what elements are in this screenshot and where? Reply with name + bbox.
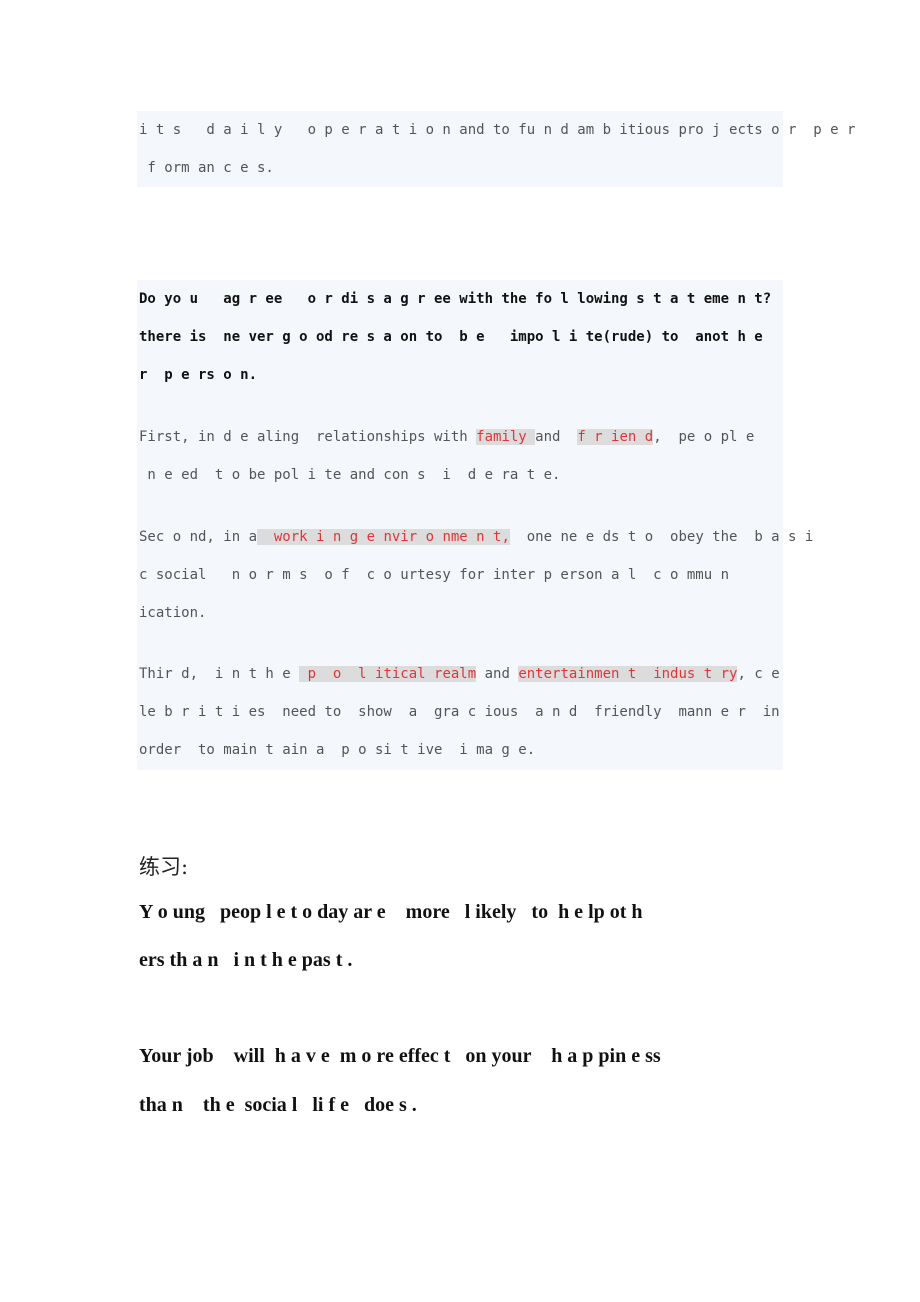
third-point-line-3: order to main t ain a p o si t ive i ma … <box>139 742 536 758</box>
text: and <box>476 666 519 682</box>
text: one ne e ds t o obey the b a s i <box>509 529 814 545</box>
practice-heading: 练习: <box>139 855 189 879</box>
highlight-political-realm: p o l itical realm <box>299 666 477 682</box>
practice-sentence-2-line-2: tha n th e socia l li f e doe s . <box>139 1094 417 1116</box>
text: First, in d e aling relationships with <box>139 429 477 445</box>
practice-sentence-1-line-2: ers th a n i n t h e pas t . <box>139 949 353 971</box>
highlight-working-environment: work i n g e nvir o nme n t, <box>257 529 510 545</box>
second-point-line-2: c social n o r m s o f c o urtesy for in… <box>139 567 730 583</box>
essay-box <box>137 280 783 770</box>
intro-line-2: f orm an c e s. <box>139 160 274 176</box>
second-point-line-1: Sec o nd, in a work i n g e nvir o nme n… <box>139 529 813 545</box>
question-line-2: there is ne ver g o od re s a on to b e … <box>139 329 763 345</box>
text: , c e <box>737 666 780 682</box>
highlight-family: family <box>476 429 536 445</box>
third-point-line-1: Thir d, i n t h e p o l itical realm and… <box>139 666 780 682</box>
question-line-3: r p e rs o n. <box>139 367 258 383</box>
text: and <box>535 429 578 445</box>
text: Sec o nd, in a <box>139 529 258 545</box>
second-point-line-3: ication. <box>139 605 207 621</box>
practice-sentence-2-line-1: Your job will h a v e m o re effec t on … <box>139 1045 661 1067</box>
highlight-friend: f r ien d <box>577 429 654 445</box>
text: Thir d, i n t h e <box>139 666 300 682</box>
first-point-line-1: First, in d e aling relationships with f… <box>139 429 754 445</box>
highlight-entertainment-industry: entertainmen t indus t ry <box>518 666 738 682</box>
text: , pe o pl e <box>653 429 755 445</box>
intro-line-1: i t s d a i l y o p e r a t i o n and to… <box>139 122 856 138</box>
question-line-1: Do yo u ag r ee o r di s a g r ee with t… <box>139 291 772 307</box>
practice-sentence-1-line-1: Y o ung peop l e t o day ar e more l ike… <box>139 901 643 923</box>
third-point-line-2: le b r i t i es need to show a gra c iou… <box>139 704 780 720</box>
first-point-line-2: n e ed t o be pol i te and con s i d e r… <box>139 467 561 483</box>
